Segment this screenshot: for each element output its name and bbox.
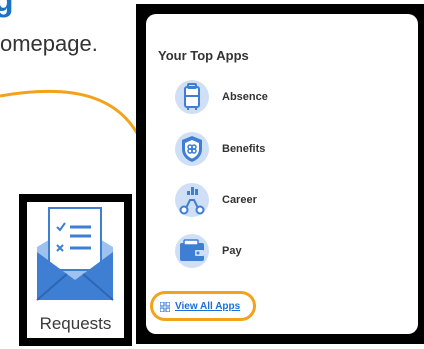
app-label: Benefits [222,143,266,155]
wallet-icon [175,234,209,268]
app-item-pay[interactable]: Pay [174,233,394,269]
shield-icon [175,132,209,166]
app-label: Career [222,194,257,206]
envelope-checklist-icon [36,207,114,301]
requests-tile[interactable]: Requests [27,202,124,338]
app-item-benefits[interactable]: Benefits [174,131,394,167]
top-apps-panel: Your Top Apps Absence Benefits Career Pa… [146,14,418,334]
app-item-absence[interactable]: Absence [174,79,394,115]
app-label: Absence [222,91,268,103]
panel-title: Your Top Apps [158,48,249,63]
suitcase-icon [175,80,209,114]
view-all-highlight [150,291,256,321]
app-item-career[interactable]: Career [174,182,394,218]
requests-label: Requests [39,314,112,333]
requests-tile-frame: Requests [19,194,132,346]
app-label: Pay [222,245,242,257]
career-icon [175,183,209,217]
